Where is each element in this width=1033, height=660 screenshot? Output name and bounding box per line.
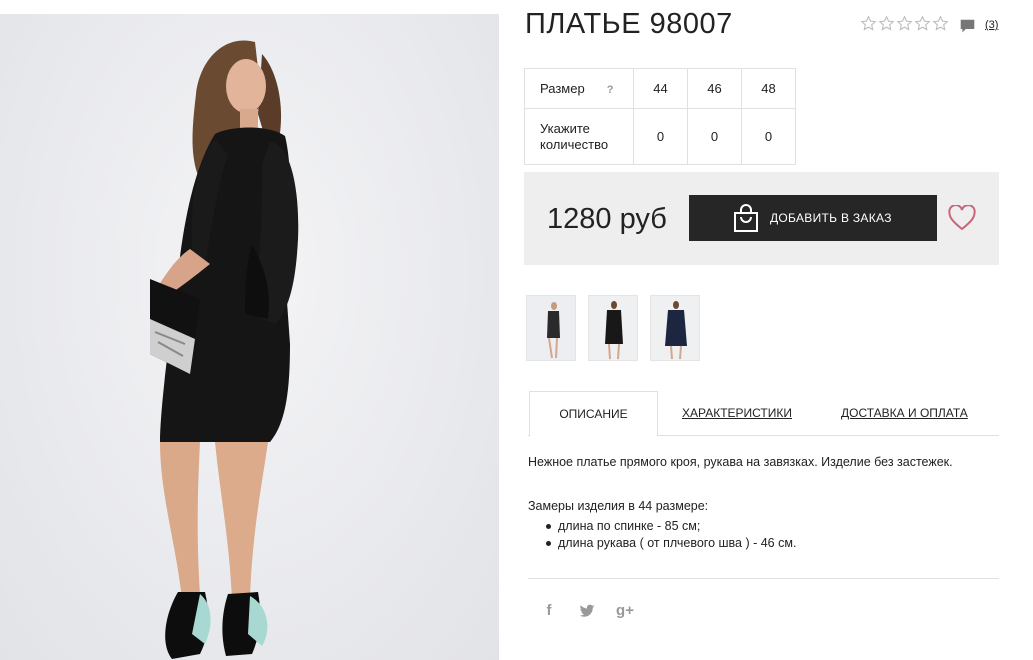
star-outline-icon[interactable]	[914, 15, 931, 32]
social-share: f g+	[540, 602, 634, 620]
quantity-row: Укажите количество	[524, 108, 796, 165]
quantity-label-line2: количество	[540, 136, 609, 152]
list-item: длина по спинке - 85 см;	[546, 518, 796, 535]
rating-stars[interactable]	[860, 15, 949, 32]
add-to-order-label: ДОБАВИТЬ В ЗАКАЗ	[770, 211, 892, 225]
quantity-input-48[interactable]	[753, 129, 784, 144]
product-tabs: ОПИСАНИЕ ХАРАКТЕРИСТИКИ ДОСТАВКА И ОПЛАТ…	[528, 391, 999, 437]
thumbnail-3[interactable]	[650, 295, 700, 361]
star-outline-icon[interactable]	[932, 15, 949, 32]
size-row: Размер? 44 46 48	[524, 68, 796, 109]
size-44: 44	[633, 68, 688, 109]
star-outline-icon[interactable]	[878, 15, 895, 32]
measures-list: длина по спинке - 85 см; длина рукава ( …	[546, 518, 796, 552]
quantity-cell-44	[633, 108, 688, 165]
tab-characteristics[interactable]: ХАРАКТЕРИСТИКИ	[682, 391, 792, 436]
price: 1280 руб	[547, 203, 667, 235]
reviews-count-link[interactable]: (3)	[985, 19, 998, 31]
quantity-cell-48	[741, 108, 796, 165]
twitter-icon[interactable]	[578, 602, 596, 620]
star-outline-icon[interactable]	[896, 15, 913, 32]
product-title: ПЛАТЬЕ 98007	[525, 8, 733, 40]
tab-description[interactable]: ОПИСАНИЕ	[529, 391, 658, 437]
measures-title: Замеры изделия в 44 размере:	[528, 499, 709, 513]
size-quantity-table: Размер? 44 46 48 Укажите количество	[524, 68, 796, 165]
divider	[528, 578, 999, 579]
thumbnail-1[interactable]	[526, 295, 576, 361]
quantity-label-line1: Укажите	[540, 120, 590, 136]
quantity-cell-46	[687, 108, 742, 165]
quantity-input-46[interactable]	[699, 129, 730, 144]
tab-delivery-payment[interactable]: ДОСТАВКА И ОПЛАТА	[841, 391, 968, 436]
google-plus-icon[interactable]: g+	[616, 602, 634, 620]
description-text: Нежное платье прямого кроя, рукава на за…	[528, 455, 953, 469]
comment-icon[interactable]	[959, 18, 976, 35]
shopping-bag-icon	[734, 204, 758, 232]
size-label-cell: Размер?	[524, 68, 634, 109]
size-46: 46	[687, 68, 742, 109]
size-help-icon[interactable]: ?	[607, 84, 614, 96]
buy-box: 1280 руб ДОБАВИТЬ В ЗАКАЗ	[524, 172, 999, 265]
heart-icon[interactable]	[948, 205, 976, 231]
size-48: 48	[741, 68, 796, 109]
size-label: Размер	[540, 81, 585, 96]
product-main-photo[interactable]	[0, 14, 499, 660]
star-outline-icon[interactable]	[860, 15, 877, 32]
quantity-input-44[interactable]	[645, 129, 676, 144]
quantity-label-cell: Укажите количество	[524, 108, 634, 165]
facebook-icon[interactable]: f	[540, 602, 558, 620]
add-to-order-button[interactable]: ДОБАВИТЬ В ЗАКАЗ	[689, 195, 937, 241]
thumbnail-strip	[526, 295, 700, 361]
thumbnail-2[interactable]	[588, 295, 638, 361]
list-item: длина рукава ( от плчевого шва ) - 46 см…	[546, 535, 796, 552]
